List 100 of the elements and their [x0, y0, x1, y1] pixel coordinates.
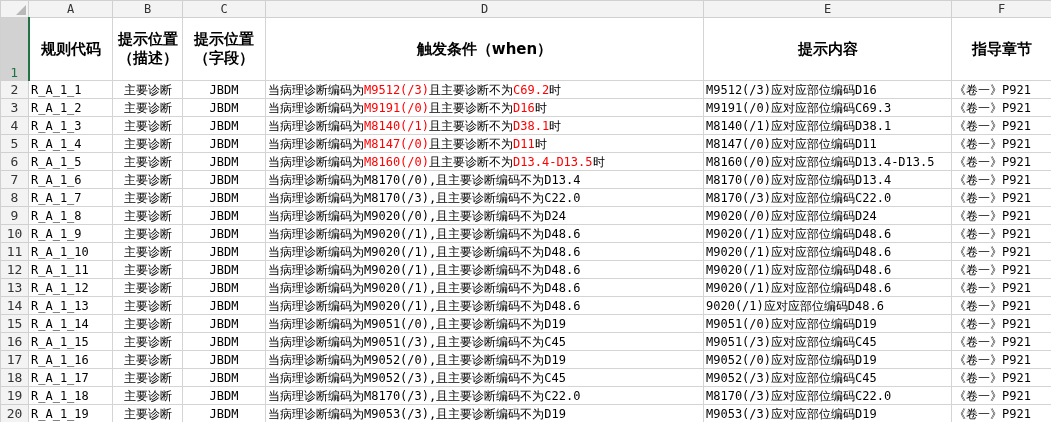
table-cell: 当病理诊断编码为M8170(/0),且主要诊断编码不为D13.4	[265, 170, 704, 189]
table-cell: M8170(/3)应对应部位编码C22.0	[703, 188, 952, 207]
table-cell: JBDM	[182, 260, 266, 279]
table-cell: 主要诊断	[112, 314, 183, 333]
table-cell: R_A_1_4	[28, 134, 113, 153]
table-cell: R_A_1_13	[28, 296, 113, 315]
table-cell: R_A_1_10	[28, 242, 113, 261]
table-cell: R_A_1_11	[28, 260, 113, 279]
table-cell: M8160(/0)应对应部位编码D13.4-D13.5	[703, 152, 952, 171]
table-cell: R_A_1_15	[28, 332, 113, 351]
table-cell: 当病理诊断编码为M9020(/1),且主要诊断编码不为D48.6	[265, 260, 704, 279]
table-cell: 主要诊断	[112, 242, 183, 261]
table-cell: M9512(/3)应对应部位编码D16	[703, 80, 952, 99]
table-cell: M9020(/0)应对应部位编码D24	[703, 206, 952, 225]
table-cell: 当病理诊断编码为M8170(/3),且主要诊断编码不为C22.0	[265, 188, 704, 207]
table-cell: R_A_1_17	[28, 368, 113, 387]
table-cell: 主要诊断	[112, 188, 183, 207]
table-cell: M9053(/3)应对应部位编码D19	[703, 404, 952, 422]
table-cell: M9020(/1)应对应部位编码D48.6	[703, 242, 952, 261]
table-cell: R_A_1_2	[28, 98, 113, 117]
table-cell: 主要诊断	[112, 206, 183, 225]
table-cell: JBDM	[182, 332, 266, 351]
column-header[interactable]: D	[265, 0, 704, 18]
table-cell: 主要诊断	[112, 260, 183, 279]
table-cell: JBDM	[182, 368, 266, 387]
select-all-icon[interactable]	[16, 5, 26, 15]
table-cell: 当病理诊断编码为M9020(/1),且主要诊断编码不为D48.6	[265, 278, 704, 297]
table-cell: R_A_1_3	[28, 116, 113, 135]
table-cell: 当病理诊断编码为M9051(/3),且主要诊断编码不为C45	[265, 332, 704, 351]
table-cell: M9051(/3)应对应部位编码C45	[703, 332, 952, 351]
table-cell: JBDM	[182, 116, 266, 135]
table-cell: 主要诊断	[112, 350, 183, 369]
table-cell: JBDM	[182, 134, 266, 153]
table-cell: 当病理诊断编码为M8140(/1)且主要诊断不为D38.1时	[265, 116, 704, 135]
table-cell: JBDM	[182, 350, 266, 369]
table-cell: JBDM	[182, 224, 266, 243]
table-cell: JBDM	[182, 152, 266, 171]
table-cell: M8140(/1)应对应部位编码D38.1	[703, 116, 952, 135]
table-cell: R_A_1_6	[28, 170, 113, 189]
table-cell: 当病理诊断编码为M9020(/1),且主要诊断编码不为D48.6	[265, 224, 704, 243]
table-cell: 主要诊断	[112, 98, 183, 117]
table-header-cell: 提示内容	[703, 17, 952, 81]
table-cell: 当病理诊断编码为M8147(/0)且主要诊断不为D11时	[265, 134, 704, 153]
table-cell: 当病理诊断编码为M9051(/0),且主要诊断编码不为D19	[265, 314, 704, 333]
column-header[interactable]: B	[112, 0, 183, 18]
table-cell: R_A_1_8	[28, 206, 113, 225]
table-cell: JBDM	[182, 98, 266, 117]
table-cell: 当病理诊断编码为M8170(/3),且主要诊断编码不为C22.0	[265, 386, 704, 405]
table-cell: 主要诊断	[112, 170, 183, 189]
table-cell: JBDM	[182, 278, 266, 297]
table-cell: JBDM	[182, 296, 266, 315]
table-header-cell: 规则代码	[28, 17, 113, 81]
column-header[interactable]: E	[703, 0, 952, 18]
table-cell: M9052(/3)应对应部位编码C45	[703, 368, 952, 387]
table-cell: M8147(/0)应对应部位编码D11	[703, 134, 952, 153]
row-header[interactable]: 1	[0, 17, 29, 81]
column-header[interactable]: A	[28, 0, 113, 18]
table-cell: 9020(/1)应对应部位编码D48.6	[703, 296, 952, 315]
table-cell: R_A_1_9	[28, 224, 113, 243]
table-cell: 主要诊断	[112, 332, 183, 351]
table-cell: JBDM	[182, 170, 266, 189]
table-cell: R_A_1_7	[28, 188, 113, 207]
table-cell: M9191(/0)应对应部位编码C69.3	[703, 98, 952, 117]
table-cell: 主要诊断	[112, 278, 183, 297]
table-header-cell: 提示位置（字段）	[182, 17, 266, 81]
table-cell: R_A_1_14	[28, 314, 113, 333]
table-cell: M8170(/3)应对应部位编码C22.0	[703, 386, 952, 405]
column-header[interactable]: C	[182, 0, 266, 18]
table-header-cell: 触发条件（when）	[265, 17, 704, 81]
table-cell: JBDM	[182, 242, 266, 261]
table-cell: JBDM	[182, 386, 266, 405]
table-cell: 主要诊断	[112, 134, 183, 153]
table-cell: 当病理诊断编码为M9512(/3)且主要诊断不为C69.2时	[265, 80, 704, 99]
table-cell: JBDM	[182, 188, 266, 207]
table-cell: M9020(/1)应对应部位编码D48.6	[703, 278, 952, 297]
column-header[interactable]: F	[951, 0, 1051, 18]
table-cell: M9051(/0)应对应部位编码D19	[703, 314, 952, 333]
table-cell: 当病理诊断编码为M9020(/1),且主要诊断编码不为D48.6	[265, 296, 704, 315]
table-cell: M8170(/0)应对应部位编码D13.4	[703, 170, 952, 189]
table-cell: R_A_1_1	[28, 80, 113, 99]
table-cell: R_A_1_5	[28, 152, 113, 171]
table-cell: 当病理诊断编码为M9052(/3),且主要诊断编码不为C45	[265, 368, 704, 387]
table-cell: JBDM	[182, 314, 266, 333]
table-cell: M9020(/1)应对应部位编码D48.6	[703, 260, 952, 279]
table-cell: 主要诊断	[112, 80, 183, 99]
table-cell: JBDM	[182, 80, 266, 99]
table-cell: R_A_1_12	[28, 278, 113, 297]
table-cell: M9020(/1)应对应部位编码D48.6	[703, 224, 952, 243]
table-cell: 主要诊断	[112, 224, 183, 243]
table-cell: 主要诊断	[112, 368, 183, 387]
table-cell: 主要诊断	[112, 386, 183, 405]
table-cell: 当病理诊断编码为M9020(/1),且主要诊断编码不为D48.6	[265, 242, 704, 261]
table-cell: R_A_1_16	[28, 350, 113, 369]
table-cell: 当病理诊断编码为M9191(/0)且主要诊断不为D16时	[265, 98, 704, 117]
table-cell: M9052(/0)应对应部位编码D19	[703, 350, 952, 369]
table-header-cell: 提示位置（描述）	[112, 17, 183, 81]
table-cell: 当病理诊断编码为M9052(/0),且主要诊断编码不为D19	[265, 350, 704, 369]
table-cell: JBDM	[182, 206, 266, 225]
table-cell: 当病理诊断编码为M8160(/0)且主要诊断不为D13.4-D13.5时	[265, 152, 704, 171]
table-cell: 主要诊断	[112, 152, 183, 171]
